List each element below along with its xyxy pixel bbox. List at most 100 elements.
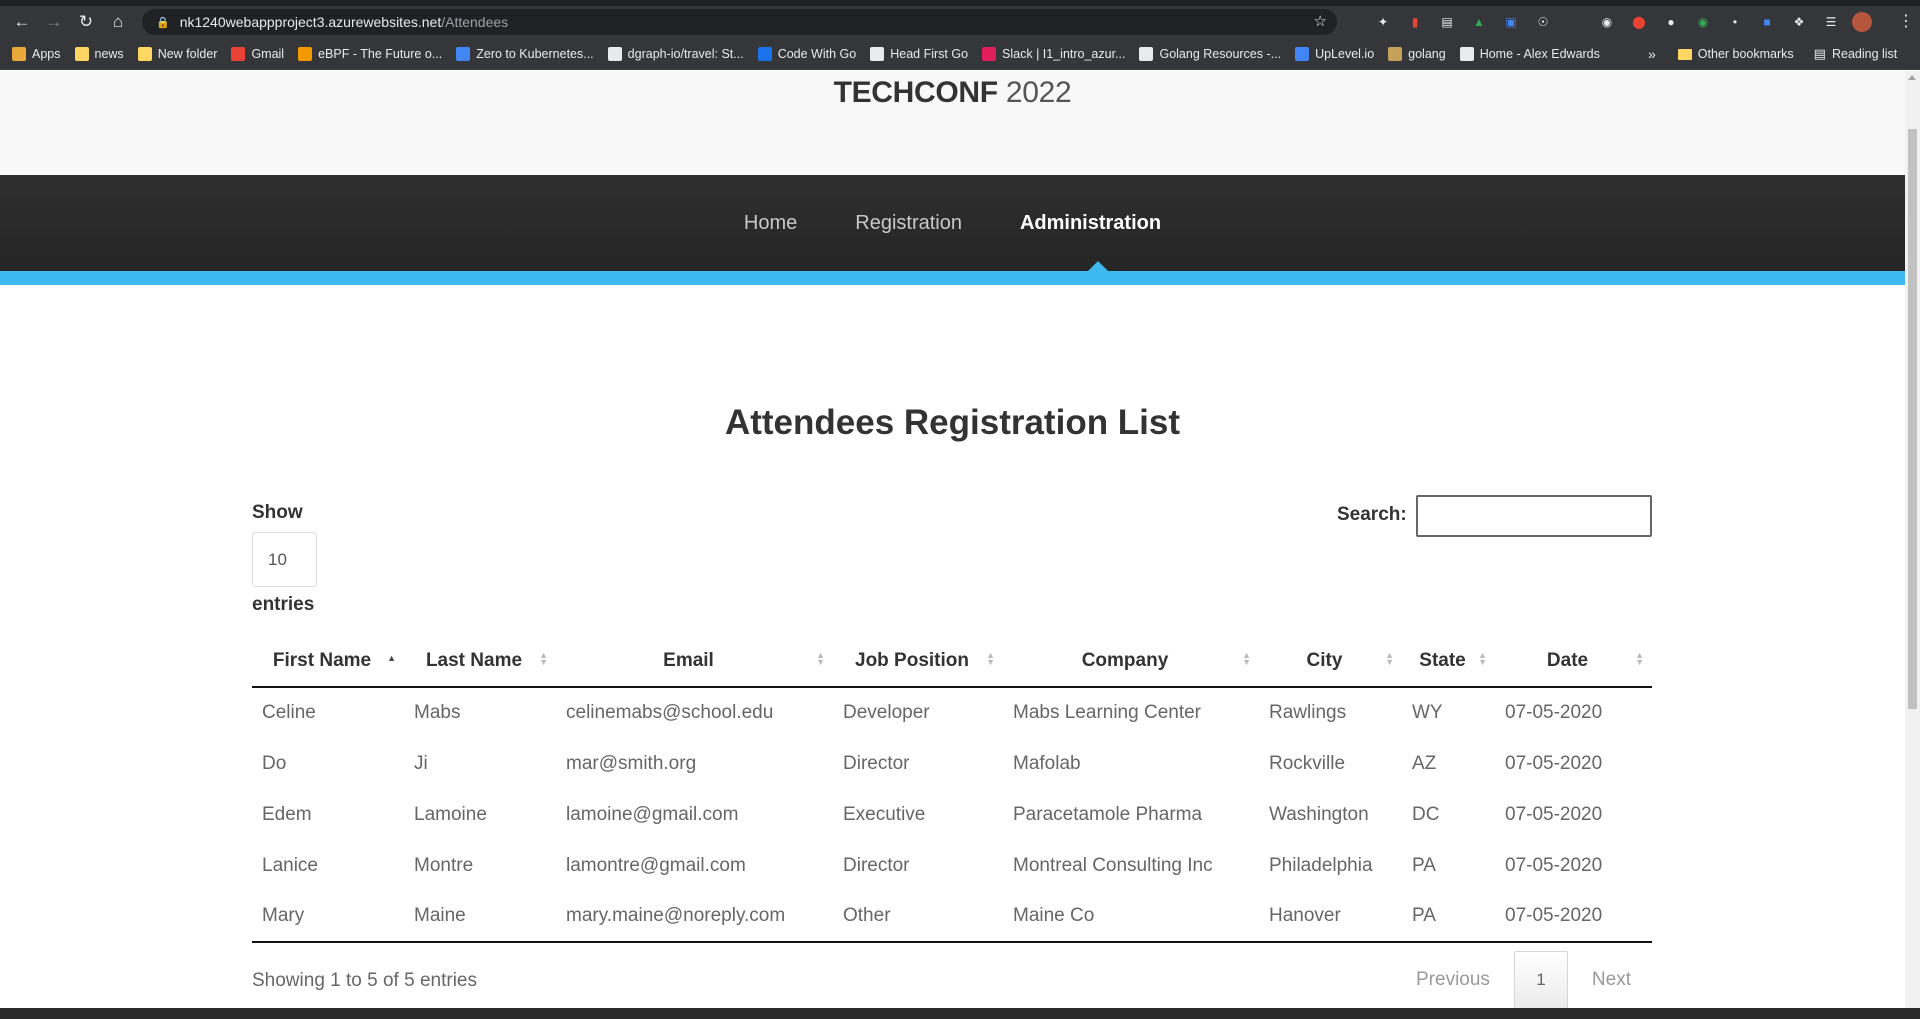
extension-zoom-icon[interactable]: ■ [1756,11,1778,33]
browser-toolbar: ← → ↻ ⌂ 🔒 nk1240webappproject3.azurewebs… [0,6,1920,38]
reading-list-button[interactable]: ▤ Reading list [1814,46,1898,62]
extension-chrome-icon[interactable]: ◉ [1596,11,1618,33]
extension-dot-icon[interactable]: • [1724,11,1746,33]
sort-both-icon: ▲ ▼ [1385,650,1394,667]
bookmark-item[interactable]: Head First Go [870,46,969,61]
extension-circle-icon[interactable]: ● [1660,11,1682,33]
page-1-button[interactable]: 1 [1513,951,1568,1008]
table-cell: Director [843,752,910,774]
bookmark-item[interactable]: New folder [137,46,217,61]
other-bookmarks-folder[interactable]: Other bookmarks [1677,47,1794,61]
bookmark-label: Golang Resources -... [1159,46,1282,61]
column-header-email[interactable]: Email ▲ ▼ [556,635,833,688]
scroll-up-icon[interactable] [1908,75,1916,80]
bookmark-item[interactable]: Code With Go [757,46,856,61]
bookmark-item[interactable]: golang [1388,46,1446,61]
table-cell: WY [1412,702,1443,723]
column-header-last-name[interactable]: Last Name ▲ ▼ [404,635,556,688]
bookmark-favicon-icon [757,46,772,61]
bookmark-favicon-icon [137,46,152,61]
bookmark-favicon-icon [231,46,246,61]
extensions-puzzle-icon[interactable]: ❖ [1788,11,1810,33]
page-length-select[interactable]: 10 [252,532,317,587]
table-cell: 07-05-2020 [1505,702,1603,723]
address-bar[interactable]: 🔒 nk1240webappproject3.azurewebsites.net… [142,9,1337,35]
bookmark-favicon-icon [1459,46,1474,61]
extension-grammarly-icon[interactable]: ◉ [1692,11,1714,33]
bookmark-item[interactable]: UpLevel.io [1295,46,1374,61]
back-icon[interactable]: ← [6,6,38,38]
search-input[interactable] [1416,495,1652,537]
scrollbar-thumb[interactable] [1908,129,1917,709]
forward-icon[interactable]: → [38,6,70,38]
table-cell: mar@smith.org [566,752,697,774]
nav-registration[interactable]: Registration [855,212,962,235]
table-cell: Hanover [1259,891,1402,943]
next-page-button[interactable]: Next [1568,951,1655,1008]
bookmark-item[interactable]: Zero to Kubernetes... [456,46,594,61]
home-icon[interactable]: ⌂ [102,6,134,38]
reload-icon[interactable]: ↻ [70,6,102,38]
bookmark-item[interactable]: dgraph-io/travel: St... [607,46,744,61]
extension-lightbulb-icon[interactable]: ☉ [1532,11,1554,33]
extension-drive-icon[interactable]: ▲ [1468,11,1490,33]
table-cell: Edem [262,803,312,825]
bookmark-favicon-icon [12,46,26,61]
sort-both-icon: ▲ ▼ [539,650,548,667]
bookmark-favicon-icon [298,46,313,61]
attendees-table: First Name ▲ Last Name ▲ ▼ Email ▲ ▼ Job Positio… [252,635,1652,943]
sort-both-icon: ▲ ▼ [986,650,995,667]
bookmark-item[interactable]: news [74,46,124,61]
bookmark-favicon-icon [607,46,622,61]
extension-blank-icon[interactable] [1564,11,1586,33]
bookmark-favicon-icon [456,46,471,61]
column-header-label: Date [1546,649,1589,671]
table-header-row: First Name ▲ Last Name ▲ ▼ Email ▲ ▼ Job Positio… [252,635,1652,688]
bookmark-item[interactable]: Home - Alex Edwards [1459,46,1600,61]
reading-list-label: Reading list [1831,47,1898,61]
bookmark-label: Home - Alex Edwards [1479,46,1600,61]
table-cell: DC [1412,803,1440,825]
column-header-first-name[interactable]: First Name ▲ [252,635,404,688]
nav-administration[interactable]: Administration [1020,212,1161,235]
site-brand[interactable]: TECHCONF 2022 [0,76,1905,110]
profile-avatar[interactable] [1852,12,1872,32]
table-cell: Executive [843,803,926,825]
table-cell: Paracetamole Pharma [1013,803,1203,825]
column-header-company[interactable]: Company ▲ ▼ [1003,635,1259,688]
page-scrollbar[interactable] [1905,71,1920,1008]
bookmark-item[interactable]: Slack | I1_intro_azur... [982,46,1125,61]
reading-queue-icon[interactable]: ☰ [1820,11,1842,33]
nav-home[interactable]: Home [744,212,797,235]
column-header-date[interactable]: Date ▲ ▼ [1495,635,1652,688]
url-path: /Attendees [441,14,509,30]
extension-book-icon[interactable]: ▮ [1404,11,1426,33]
bookmark-label: Head First Go [890,46,969,61]
table-cell: mary.maine@noreply.com [556,891,833,943]
bookmark-label: Gmail [251,46,285,61]
sort-both-icon: ▲ ▼ [1242,650,1251,667]
column-header-city[interactable]: City ▲ ▼ [1259,635,1402,688]
column-header-job-position[interactable]: Job Position ▲ ▼ [833,635,1003,688]
bookmark-item[interactable]: Apps [12,46,61,61]
column-header-label: Company [1081,649,1169,671]
table-cell: Lanice [262,854,318,876]
table-cell: Philadelphia [1269,854,1373,876]
browser-menu-icon[interactable]: ⋮ [1898,11,1914,31]
column-header-label: Last Name [425,649,523,671]
brand-year: 2022 [1005,76,1072,109]
extension-translate-icon[interactable]: ▣ [1500,11,1522,33]
column-header-state[interactable]: State ▲ ▼ [1402,635,1495,688]
bookmark-item[interactable]: eBPF - The Future o... [298,46,442,61]
extension-printer-icon[interactable]: ▤ [1436,11,1458,33]
bookmark-label: golang [1408,46,1446,61]
bookmark-item[interactable]: Golang Resources -... [1139,46,1282,61]
previous-page-button[interactable]: Previous [1392,951,1514,1008]
table-cell: AZ [1412,752,1437,774]
bookmarks-overflow-icon[interactable]: » [1648,46,1656,62]
bookmark-star-icon[interactable]: ☆ [1314,12,1327,30]
bookmark-favicon-icon [1139,46,1154,61]
extension-shield-icon[interactable]: ⬤ [1628,11,1650,33]
extension-pin-icon[interactable]: ✦ [1372,11,1394,33]
bookmark-item[interactable]: Gmail [231,46,285,61]
